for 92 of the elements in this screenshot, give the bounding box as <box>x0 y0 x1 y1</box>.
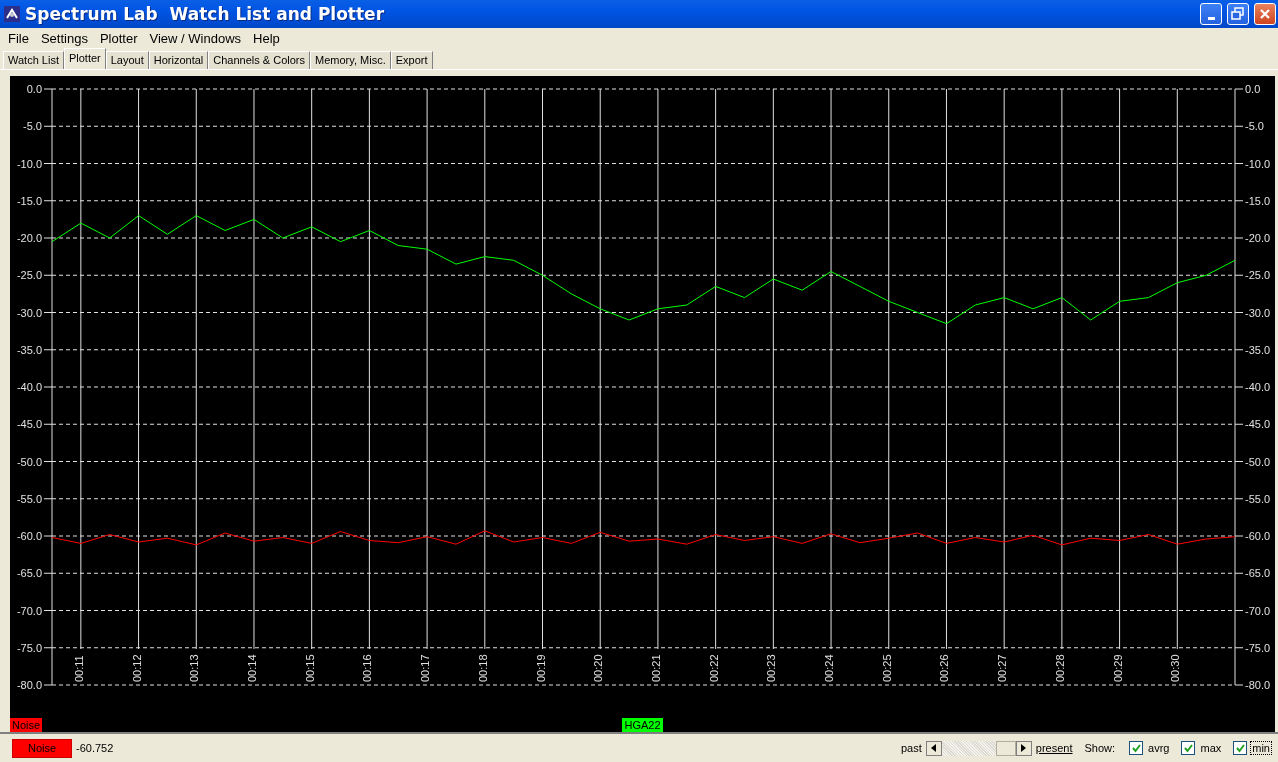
axis-label: -55.0 <box>16 493 42 506</box>
axis-label: -80.0 <box>16 679 42 692</box>
close-button[interactable] <box>1254 2 1276 25</box>
time-label: 00:30 <box>1169 654 1182 683</box>
minimize-icon <box>1207 17 1215 21</box>
axis-label: -70.0 <box>16 604 42 617</box>
tab[interactable]: Plotter <box>63 48 106 70</box>
menu-item[interactable]: File <box>2 30 35 46</box>
menu-item[interactable]: View / Windows <box>143 30 248 46</box>
past-label: past <box>901 742 922 755</box>
axis-label: -45.0 <box>1245 418 1271 431</box>
time-label: 00:13 <box>188 654 201 683</box>
restore-button[interactable] <box>1227 2 1249 25</box>
axis-label: -20.0 <box>1245 232 1271 245</box>
axis-label: -25.0 <box>1245 269 1271 282</box>
time-label: 00:18 <box>476 654 489 683</box>
axis-label: -50.0 <box>16 455 42 468</box>
axis-label: -30.0 <box>16 306 42 319</box>
close-icon <box>1259 7 1271 20</box>
right-triangle-icon <box>1021 744 1027 753</box>
time-label: 00:24 <box>823 654 836 683</box>
time-label: 00:19 <box>534 654 547 683</box>
time-label: 00:29 <box>1111 654 1124 683</box>
axis-label: -75.0 <box>16 642 42 655</box>
axis-label: -65.0 <box>1245 567 1271 580</box>
present-link[interactable]: present <box>1035 742 1073 755</box>
checkbox[interactable] <box>1233 741 1248 756</box>
time-label: 00:16 <box>361 654 374 683</box>
time-label: 00:17 <box>419 654 432 683</box>
tab[interactable]: Export <box>390 51 433 70</box>
time-label: 00:26 <box>938 654 951 683</box>
axis-label: -15.0 <box>1245 195 1271 208</box>
checkbox-label: min <box>1250 741 1272 756</box>
tab[interactable]: Layout <box>105 51 149 70</box>
tab[interactable]: Horizontal <box>148 51 209 70</box>
axis-label: -25.0 <box>16 269 42 282</box>
time-label: 00:21 <box>649 654 662 683</box>
axis-label: 0.0 <box>26 83 42 96</box>
legend-label: HGA22 <box>622 718 663 733</box>
time-label: 00:11 <box>72 655 85 683</box>
axis-label: -10.0 <box>16 157 42 170</box>
axis-label: -55.0 <box>1245 493 1271 506</box>
scroll-thumb[interactable] <box>995 740 1016 756</box>
time-label: 00:28 <box>1053 654 1066 683</box>
axis-label: -40.0 <box>16 381 42 394</box>
checkbox[interactable] <box>1129 741 1144 756</box>
axis-label: -60.0 <box>16 530 42 543</box>
time-label: 00:15 <box>303 654 316 683</box>
time-label: 00:20 <box>592 654 605 683</box>
checkbox-label: max <box>1199 741 1223 756</box>
checkbox-label: avrg <box>1147 741 1171 756</box>
menu-item[interactable]: Help <box>247 30 286 46</box>
axis-label: -15.0 <box>16 195 42 208</box>
time-label: 00:27 <box>996 654 1009 683</box>
tab[interactable]: Watch List <box>3 51 64 70</box>
axis-label: 0.0 <box>1245 83 1261 96</box>
axis-label: -65.0 <box>16 567 42 580</box>
time-label: 00:25 <box>880 654 893 683</box>
axis-label: -50.0 <box>1245 455 1271 468</box>
app-icon <box>4 5 20 22</box>
time-label: 00:23 <box>765 654 778 683</box>
scrollbar[interactable] <box>925 740 1032 756</box>
axis-label: -75.0 <box>1245 642 1271 655</box>
checkbox[interactable] <box>1181 741 1196 756</box>
axis-label: -40.0 <box>1245 381 1271 394</box>
restore-icon <box>1231 6 1245 21</box>
axis-label: -35.0 <box>1245 344 1271 357</box>
axis-label: -45.0 <box>16 418 42 431</box>
axis-label: -60.0 <box>1245 530 1271 543</box>
axis-label: -80.0 <box>1245 679 1271 692</box>
axis-label: -35.0 <box>16 344 42 357</box>
tab[interactable]: Memory, Misc. <box>310 51 391 70</box>
menu-item[interactable]: Settings <box>34 30 94 46</box>
time-label: 00:22 <box>707 654 720 683</box>
show-label: Show: <box>1084 742 1116 755</box>
tab[interactable]: Channels & Colors <box>208 51 311 70</box>
left-triangle-icon <box>931 744 937 753</box>
window-title: Spectrum Lab Watch List and Plotter <box>25 3 386 24</box>
legend-label: Noise <box>10 718 43 733</box>
time-label: 00:12 <box>130 654 143 683</box>
axis-label: -5.0 <box>23 120 42 133</box>
channel-button[interactable]: Noise <box>12 738 72 758</box>
menu-item[interactable]: Plotter <box>93 30 144 46</box>
minimize-button[interactable] <box>1200 2 1222 25</box>
axis-label: -5.0 <box>1245 120 1264 133</box>
time-label: 00:14 <box>246 654 258 683</box>
reading-value: -60.752 <box>76 742 114 755</box>
axis-label: -20.0 <box>16 232 42 245</box>
axis-label: -10.0 <box>1245 157 1271 170</box>
axis-label: -30.0 <box>1245 306 1271 319</box>
left-arrow-button[interactable] <box>925 740 942 756</box>
axis-label: -70.0 <box>1245 604 1271 617</box>
